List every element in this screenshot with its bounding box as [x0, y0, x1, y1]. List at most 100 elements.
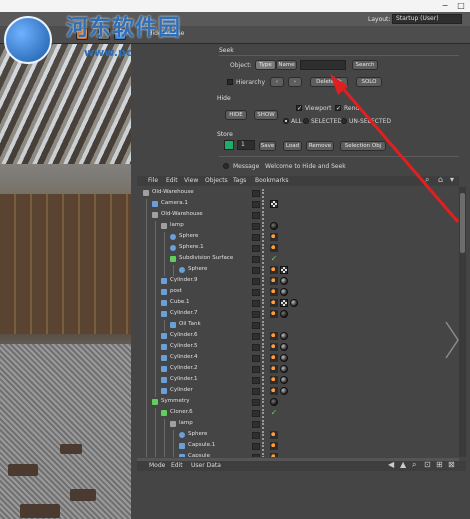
- object-row[interactable]: Cylinder.1: [137, 375, 459, 386]
- layer-flag[interactable]: [252, 421, 260, 428]
- object-name[interactable]: Sphere.1: [179, 244, 204, 250]
- visibility-dots[interactable]: [262, 376, 264, 385]
- object-row[interactable]: Cylinder.4: [137, 353, 459, 364]
- visibility-dots[interactable]: [262, 277, 264, 286]
- unselected-radio[interactable]: [341, 118, 347, 124]
- object-row[interactable]: Sphere: [137, 232, 459, 243]
- selection-objects-button[interactable]: Selection Obj: [340, 141, 386, 151]
- visibility-dots[interactable]: [262, 453, 264, 457]
- visibility-dots[interactable]: [262, 409, 264, 418]
- mat2-tag-icon[interactable]: [280, 310, 288, 318]
- mat2-tag-icon[interactable]: [270, 222, 278, 230]
- visibility-dots[interactable]: [262, 420, 264, 429]
- layer-flag[interactable]: [252, 278, 260, 285]
- visibility-dots[interactable]: [262, 332, 264, 341]
- visibility-dots[interactable]: [262, 431, 264, 440]
- layer-flag[interactable]: [252, 410, 260, 417]
- layer-flag[interactable]: [252, 234, 260, 241]
- object-row[interactable]: Cylinder.6: [137, 331, 459, 342]
- object-row[interactable]: Subdivision Surface ✓: [137, 254, 459, 265]
- object-row[interactable]: lamp: [137, 221, 459, 232]
- phong-tag-icon[interactable]: [270, 244, 278, 252]
- layer-flag[interactable]: [252, 311, 260, 318]
- phong-tag-icon[interactable]: [270, 310, 278, 318]
- layer-flag[interactable]: [252, 212, 260, 219]
- scrollbar-thumb[interactable]: [460, 193, 465, 253]
- layer-flag[interactable]: [252, 201, 260, 208]
- object-row[interactable]: Old-Warehouse: [137, 210, 459, 221]
- object-row[interactable]: Symmetry: [137, 397, 459, 408]
- object-row[interactable]: Sphere.1: [137, 243, 459, 254]
- previous-button[interactable]: ‹: [270, 77, 284, 87]
- visibility-dots[interactable]: [262, 288, 264, 297]
- load-button[interactable]: Load: [283, 141, 302, 151]
- show-button[interactable]: SHOW: [254, 110, 278, 120]
- delete-tag-button[interactable]: Delete Ta: [310, 77, 348, 87]
- object-row[interactable]: post: [137, 287, 459, 298]
- save-button[interactable]: Save: [259, 141, 276, 151]
- layer-flag[interactable]: [252, 377, 260, 384]
- 3d-viewport[interactable]: [0, 44, 131, 519]
- visibility-dots[interactable]: [262, 189, 264, 198]
- object-row[interactable]: Cylinder.9: [137, 276, 459, 287]
- store-color-swatch[interactable]: [224, 140, 234, 150]
- layer-flag[interactable]: [252, 454, 260, 457]
- visibility-dots[interactable]: [262, 442, 264, 451]
- object-row[interactable]: Oil Tank: [137, 320, 459, 331]
- object-name[interactable]: Cylinder.2: [170, 365, 198, 371]
- new-window-icon[interactable]: ⊞: [436, 460, 443, 469]
- up-arrow-icon[interactable]: ▲: [400, 460, 406, 469]
- name-tab[interactable]: Name: [276, 60, 297, 70]
- object-row[interactable]: Cylinder.2: [137, 364, 459, 375]
- layer-flag[interactable]: [252, 223, 260, 230]
- layer-flag[interactable]: [252, 333, 260, 340]
- menu-edit[interactable]: Edit: [166, 177, 178, 184]
- home-icon[interactable]: ⌂: [438, 175, 443, 184]
- visibility-dots[interactable]: [262, 343, 264, 352]
- object-name[interactable]: Capsule.1: [188, 442, 215, 448]
- layer-flag[interactable]: [252, 366, 260, 373]
- object-name[interactable]: Capsule: [188, 453, 210, 457]
- layer-flag[interactable]: [252, 190, 260, 197]
- object-name[interactable]: lamp: [179, 420, 193, 426]
- object-name[interactable]: Camera.1: [161, 200, 188, 206]
- menu-mode[interactable]: Mode: [149, 462, 165, 469]
- menu-bookmarks[interactable]: Bookmarks: [255, 177, 289, 184]
- mat-tag-icon[interactable]: [280, 332, 288, 340]
- remove-button[interactable]: Remove: [306, 141, 334, 151]
- object-row[interactable]: Capsule.1: [137, 441, 459, 452]
- chevron-right-icon[interactable]: [444, 320, 460, 360]
- visibility-dots[interactable]: [262, 387, 264, 396]
- visibility-dots[interactable]: [262, 211, 264, 220]
- object-row[interactable]: Cube.1: [137, 298, 459, 309]
- object-search-input[interactable]: [300, 60, 346, 70]
- layer-flag[interactable]: [252, 355, 260, 362]
- menu-user-data[interactable]: User Data: [191, 462, 221, 469]
- phong-tag-icon[interactable]: [270, 299, 278, 307]
- maximize-button[interactable]: □: [456, 1, 466, 10]
- checker-tag-icon[interactable]: [270, 200, 278, 208]
- visibility-dots[interactable]: [262, 222, 264, 231]
- message-toggle[interactable]: [223, 163, 229, 169]
- phong-tag-icon[interactable]: [270, 431, 278, 439]
- object-name[interactable]: Oil Tank: [179, 321, 201, 327]
- object-row[interactable]: Sphere: [137, 430, 459, 441]
- mat-tag-icon[interactable]: [280, 288, 288, 296]
- object-row[interactable]: Cylinder: [137, 386, 459, 397]
- object-name[interactable]: Cloner.6: [170, 409, 193, 415]
- object-row[interactable]: Cylinder.5: [137, 342, 459, 353]
- viewport-checkbox[interactable]: ✓: [296, 105, 302, 112]
- layer-flag[interactable]: [252, 443, 260, 450]
- object-row[interactable]: Cylinder.7: [137, 309, 459, 320]
- object-name[interactable]: Old-Warehouse: [152, 189, 194, 195]
- search-button[interactable]: Search: [352, 60, 378, 70]
- search-icon[interactable]: ⌕: [425, 175, 429, 185]
- mat2-tag-icon[interactable]: [270, 398, 278, 406]
- all-radio[interactable]: [283, 118, 289, 124]
- object-row[interactable]: Cloner.6 ✓: [137, 408, 459, 419]
- store-slot-field[interactable]: 1: [237, 140, 255, 150]
- phong-tag-icon[interactable]: [270, 354, 278, 362]
- object-row[interactable]: Capsule: [137, 452, 459, 457]
- layer-flag[interactable]: [252, 245, 260, 252]
- object-name[interactable]: Cylinder: [170, 387, 193, 393]
